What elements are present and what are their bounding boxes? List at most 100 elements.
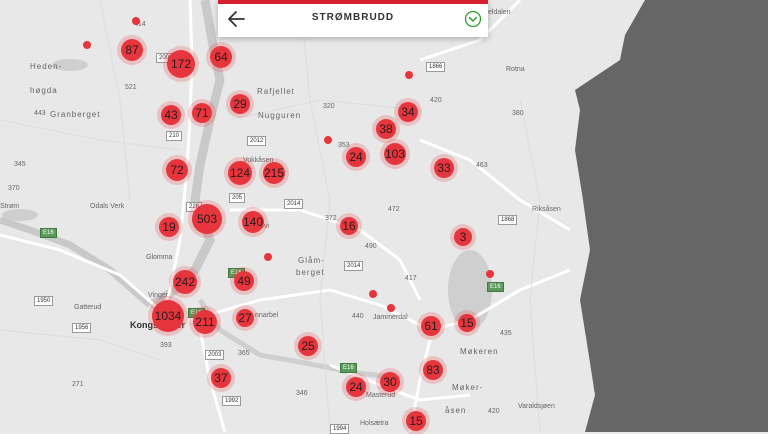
place-label: Granberget (50, 110, 101, 119)
elevation-label: 370 (8, 185, 20, 192)
elevation-label: 417 (405, 275, 417, 282)
road-shield: 1992 (222, 396, 242, 406)
elevation-label: 393 (160, 342, 172, 349)
road-shield-european: E16 (487, 282, 504, 292)
elevation-label: 521 (125, 84, 137, 91)
place-label: eldalen (488, 9, 511, 16)
outage-cluster[interactable]: 71 (192, 103, 212, 123)
road-shield: 1950 (34, 296, 54, 306)
outage-cluster[interactable]: 140 (242, 211, 264, 233)
elevation-label: 353 (338, 142, 350, 149)
road-shield: 1994 (330, 424, 350, 434)
road-shield-european: E16 (40, 228, 57, 238)
place-label: åsen (445, 406, 467, 415)
outage-cluster[interactable]: 124 (228, 161, 252, 185)
outage-cluster[interactable]: 215 (263, 162, 285, 184)
road-shield: 2014 (284, 199, 304, 209)
place-label: Møkeren (460, 347, 499, 356)
place-label: Rotna (506, 66, 525, 73)
place-label: Holsætra (360, 420, 389, 427)
outage-cluster[interactable]: 24 (346, 147, 366, 167)
outage-cluster[interactable]: 15 (406, 411, 426, 431)
elevation-label: 420 (488, 408, 500, 415)
outage-cluster[interactable]: 72 (166, 159, 188, 181)
place-label: Heden- (30, 62, 63, 71)
road-shield-european: E16 (340, 363, 357, 373)
map-background[interactable] (0, 0, 768, 432)
outage-cluster[interactable]: 49 (234, 271, 254, 291)
outage-cluster[interactable]: 30 (380, 372, 400, 392)
road-shield: 205 (229, 193, 246, 203)
outage-cluster[interactable]: 64 (210, 46, 232, 68)
outage-cluster[interactable]: 87 (121, 39, 143, 61)
outage-cluster[interactable]: 43 (161, 105, 181, 125)
outage-cluster[interactable]: 1034 (152, 300, 184, 332)
outage-cluster[interactable]: 33 (434, 158, 454, 178)
place-label: høgda (30, 86, 58, 95)
place-label: Vinger (148, 292, 169, 299)
outage-dot[interactable] (486, 270, 494, 278)
elevation-label: 440 (352, 313, 364, 320)
elevation-label: 345 (14, 161, 26, 168)
elevation-label: 420 (430, 97, 442, 104)
place-label: Glomma (146, 254, 173, 261)
outage-cluster[interactable]: 19 (159, 217, 179, 237)
outage-dot[interactable] (324, 136, 332, 144)
header-accent-bar (218, 0, 488, 4)
outage-dot[interactable] (387, 304, 395, 312)
outage-cluster[interactable]: 25 (298, 336, 318, 356)
elevation-label: 320 (323, 103, 335, 110)
place-label: Strøm (0, 203, 20, 210)
place-label: Varaldsjøen (518, 403, 555, 410)
place-label: Odals Verk (90, 203, 125, 210)
road-shield: 2014 (344, 261, 364, 271)
place-label: Nugguren (258, 111, 302, 120)
header-panel: STRØMBRUDD (218, 0, 488, 37)
place-label: Møker- (452, 383, 484, 392)
place-label: Masterud (366, 392, 396, 399)
outage-cluster[interactable]: 15 (458, 314, 476, 332)
outage-cluster[interactable]: 3 (454, 228, 472, 246)
road-shield: 1866 (426, 62, 446, 72)
outage-cluster[interactable]: 16 (340, 217, 358, 235)
place-label: Glåm- (298, 256, 325, 265)
place-label: Riksåsen (532, 206, 561, 213)
road-shield: 1868 (498, 215, 518, 225)
outage-cluster[interactable]: 83 (423, 360, 443, 380)
outage-dot[interactable] (405, 71, 413, 79)
elevation-label: 435 (500, 330, 512, 337)
place-label: Gatterud (74, 304, 102, 311)
outage-cluster[interactable]: 503 (192, 204, 222, 234)
page-title: STRØMBRUDD (311, 12, 395, 23)
outage-dot[interactable] (369, 290, 377, 298)
place-label: nnarbel (255, 312, 279, 319)
road-shield: 2003 (205, 350, 225, 360)
place-label: Rafjellet (257, 87, 295, 96)
outage-cluster[interactable]: 61 (421, 316, 441, 336)
chevron-down-circle-icon[interactable] (464, 10, 482, 28)
elevation-label: 346 (296, 390, 308, 397)
outage-cluster[interactable]: 38 (376, 119, 396, 139)
outage-cluster[interactable]: 24 (346, 377, 366, 397)
road-shield: 2012 (247, 136, 267, 146)
place-label: berget (296, 268, 325, 277)
road-shield: 210 (166, 131, 183, 141)
elevation-label: 472 (388, 206, 400, 213)
elevation-label: 372 (325, 215, 337, 222)
outage-cluster[interactable]: 242 (173, 270, 197, 294)
outage-dot[interactable] (264, 253, 272, 261)
outage-cluster[interactable]: 103 (384, 143, 406, 165)
outage-cluster[interactable]: 29 (230, 94, 250, 114)
outage-cluster[interactable]: 34 (398, 102, 418, 122)
outage-cluster[interactable]: 211 (193, 310, 217, 334)
outage-dot[interactable] (83, 41, 91, 49)
elevation-label: 380 (512, 110, 524, 117)
elevation-label: 365 (238, 350, 250, 357)
outage-cluster[interactable]: 27 (236, 309, 254, 327)
outage-cluster[interactable]: 172 (167, 50, 195, 78)
place-label: Jammerdal (373, 314, 408, 321)
elevation-label: 271 (72, 381, 84, 388)
outage-dot[interactable] (132, 17, 140, 25)
elevation-label: 463 (476, 162, 488, 169)
outage-cluster[interactable]: 37 (211, 368, 231, 388)
